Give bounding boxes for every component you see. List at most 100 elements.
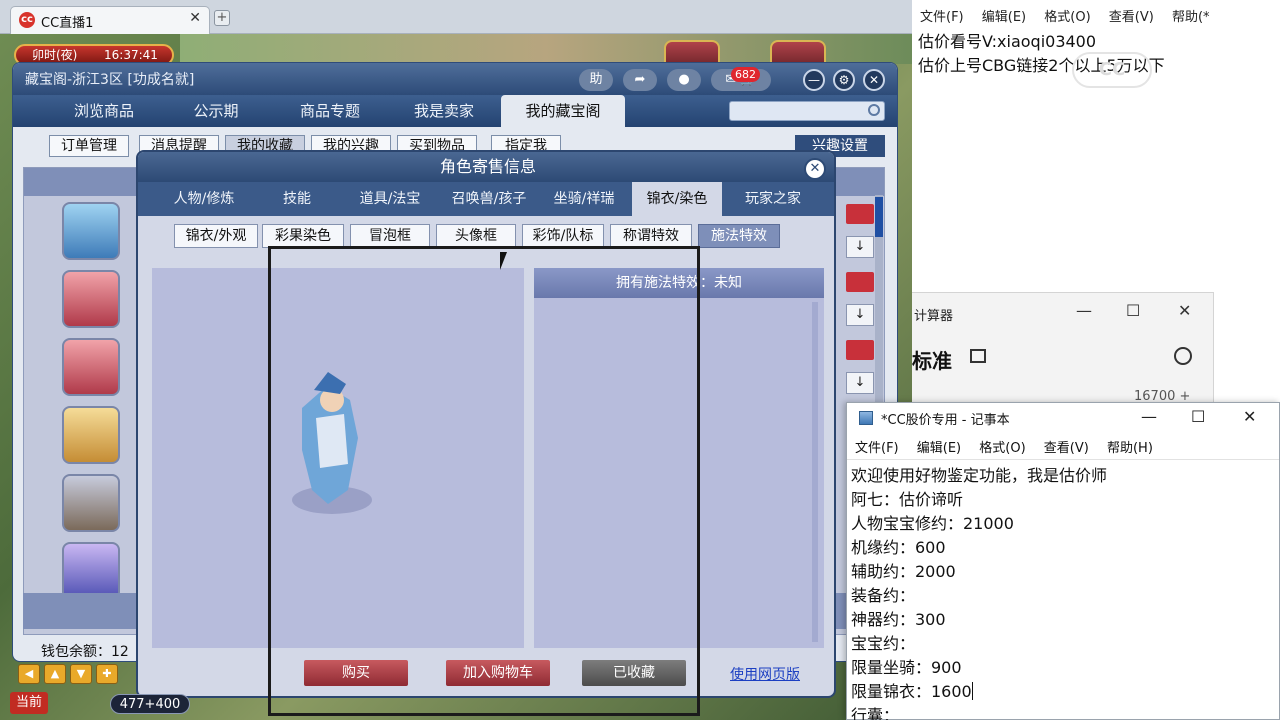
nav-public[interactable]: 公示期 [161,95,271,127]
menu-help[interactable]: 帮助(* [1172,10,1210,25]
wallet-balance: 钱包余额：12 [41,644,129,660]
menu-format[interactable]: 格式(O) [979,441,1025,456]
close-icon[interactable]: ✕ [1243,407,1256,426]
menu-edit[interactable]: 编辑(E) [982,10,1026,25]
close-icon[interactable]: ✕ [189,10,201,26]
chevron-down-icon[interactable]: ↓ [846,304,874,326]
tab-home[interactable]: 玩家之家 [726,182,820,216]
browser-window: cc CC直播1 ✕ + 卯时(夜) 16:37:41 藏宝阁-浙江3区 [功成… [0,0,912,720]
notepad-menu: 文件(F) 编辑(E) 格式(O) 查看(V) 帮助(H) [855,437,1167,456]
current-channel-button[interactable]: 当前 [10,692,48,714]
avatar[interactable] [62,202,120,260]
subtab-title-effect[interactable]: 称谓特效 [610,224,692,248]
tab-mounts[interactable]: 坐骑/祥瑞 [540,182,628,216]
menu-view[interactable]: 查看(V) [1109,10,1154,25]
notepad-top: 文件(F) 编辑(E) 格式(O) 查看(V) 帮助(* 估价看号V:xiaoq… [912,0,1280,290]
effect-header: 拥有施法特效：未知 [534,268,824,298]
close-icon[interactable]: ✕ [1178,301,1191,320]
browser-tabstrip: cc CC直播1 ✕ + [0,0,912,34]
notepad-line: 辅助约：2000 [851,562,956,581]
nav-my-pavilion[interactable]: 我的藏宝阁 [501,95,625,127]
character-preview [152,268,524,648]
notepad-line: 装备约： [851,586,916,605]
notepad-line: 行囊： [851,706,900,720]
menu-file[interactable]: 文件(F) [855,441,899,456]
calculator-mode[interactable]: 标准 [912,345,952,374]
notepad-icon [859,411,873,425]
menu-file[interactable]: 文件(F) [920,10,964,25]
chat-count-badge: 682 [731,67,760,82]
row-action-button[interactable] [846,340,874,360]
history-icon[interactable] [1174,347,1192,365]
notepad-line: 神器约：300 [851,610,946,629]
subtab-costume[interactable]: 锦衣/外观 [174,224,258,248]
subtab-bubble[interactable]: 冒泡框 [350,224,430,248]
nav-topics[interactable]: 商品专题 [275,95,385,127]
avatar[interactable] [62,542,120,600]
hud-counter: 477+400 [110,694,190,714]
cc-watermark: CC [1072,52,1152,88]
subtab-dye[interactable]: 彩果染色 [262,224,344,248]
cc-logo-icon: cc [19,12,35,28]
notepad-line: 限量坐骑：900 [851,658,962,677]
left-arrow-icon[interactable]: ◀ [18,664,40,684]
menu-view[interactable]: 查看(V) [1044,441,1089,456]
maximize-icon[interactable]: ☐ [1191,407,1205,426]
notepad-top-line: 估价看号V:xiaoqi03400 [918,32,1097,51]
subtab-team-mark[interactable]: 彩饰/队标 [522,224,604,248]
row-action-button[interactable] [846,272,874,292]
notepad-line: 限量锦衣：1600 [851,678,973,702]
avatar[interactable] [62,270,120,328]
notepad-title: *CC股价专用 - 记事本 [881,413,1010,428]
mouse-cursor-icon [500,252,514,270]
tab-character[interactable]: 人物/修炼 [156,182,252,216]
menu-edit[interactable]: 编辑(E) [917,441,961,456]
notepad-line: 人物宝宝修约：21000 [851,514,1014,533]
tab-items[interactable]: 道具/法宝 [342,182,438,216]
minimize-icon[interactable]: — [1076,301,1092,320]
chevron-down-icon[interactable]: ↓ [846,372,874,394]
search-input[interactable] [729,101,885,121]
new-tab-button[interactable]: + [214,10,230,26]
browser-tab[interactable]: cc CC直播1 ✕ [10,6,210,34]
effect-scrollbar[interactable] [812,302,818,642]
game-hud: ◀ ▲ ▼ ✚ 当前 477+400 [0,660,912,720]
list-scrollbar-thumb[interactable] [875,197,883,237]
text-caret [971,682,973,700]
search-icon[interactable] [868,104,880,116]
tab-title: CC直播1 [41,16,94,31]
notepad-titlebar: *CC股价专用 - 记事本 — ☐ ✕ [847,403,1279,433]
avatar[interactable] [62,474,120,532]
notepad-text-area[interactable]: 欢迎使用好物鉴定功能，我是估价师 阿七：估价谛听 人物宝宝修约：21000 机缘… [847,459,1279,720]
maximize-icon[interactable]: ☐ [1126,301,1140,320]
keep-on-top-icon[interactable] [970,349,986,363]
tab-costume[interactable]: 锦衣/染色 [632,182,722,216]
gear-icon[interactable]: ⚙ [833,69,855,91]
nav-browse[interactable]: 浏览商品 [49,95,159,127]
record-icon[interactable]: ● [667,69,701,91]
main-nav: 浏览商品 公示期 商品专题 我是卖家 我的藏宝阁 [13,95,897,127]
menu-help[interactable]: 帮助(H) [1107,441,1153,456]
tab-skills[interactable]: 技能 [254,182,340,216]
row-action-button[interactable] [846,204,874,224]
subtab-avatar-frame[interactable]: 头像框 [436,224,516,248]
minimize-icon[interactable]: — [1141,407,1157,426]
minimize-icon[interactable]: — [803,69,825,91]
subtab-cast-effect[interactable]: 施法特效 [698,224,780,248]
menu-format[interactable]: 格式(O) [1044,10,1090,25]
move-icon[interactable]: ✚ [96,664,118,684]
tab-pets[interactable]: 召唤兽/孩子 [440,182,538,216]
nav-seller[interactable]: 我是卖家 [389,95,499,127]
notepad-line: 机缘约：600 [851,538,946,557]
help-button[interactable]: 助 [579,69,613,91]
close-icon[interactable]: ✕ [804,158,826,180]
share-icon[interactable]: ➦ [623,69,657,91]
avatar[interactable] [62,406,120,464]
down-arrow-icon[interactable]: ▼ [70,664,92,684]
close-icon[interactable]: ✕ [863,69,885,91]
order-manage-button[interactable]: 订单管理 [49,135,129,157]
up-arrow-icon[interactable]: ▲ [44,664,66,684]
dialog-title: 角色寄售信息 [138,152,834,182]
avatar[interactable] [62,338,120,396]
chevron-down-icon[interactable]: ↓ [846,236,874,258]
